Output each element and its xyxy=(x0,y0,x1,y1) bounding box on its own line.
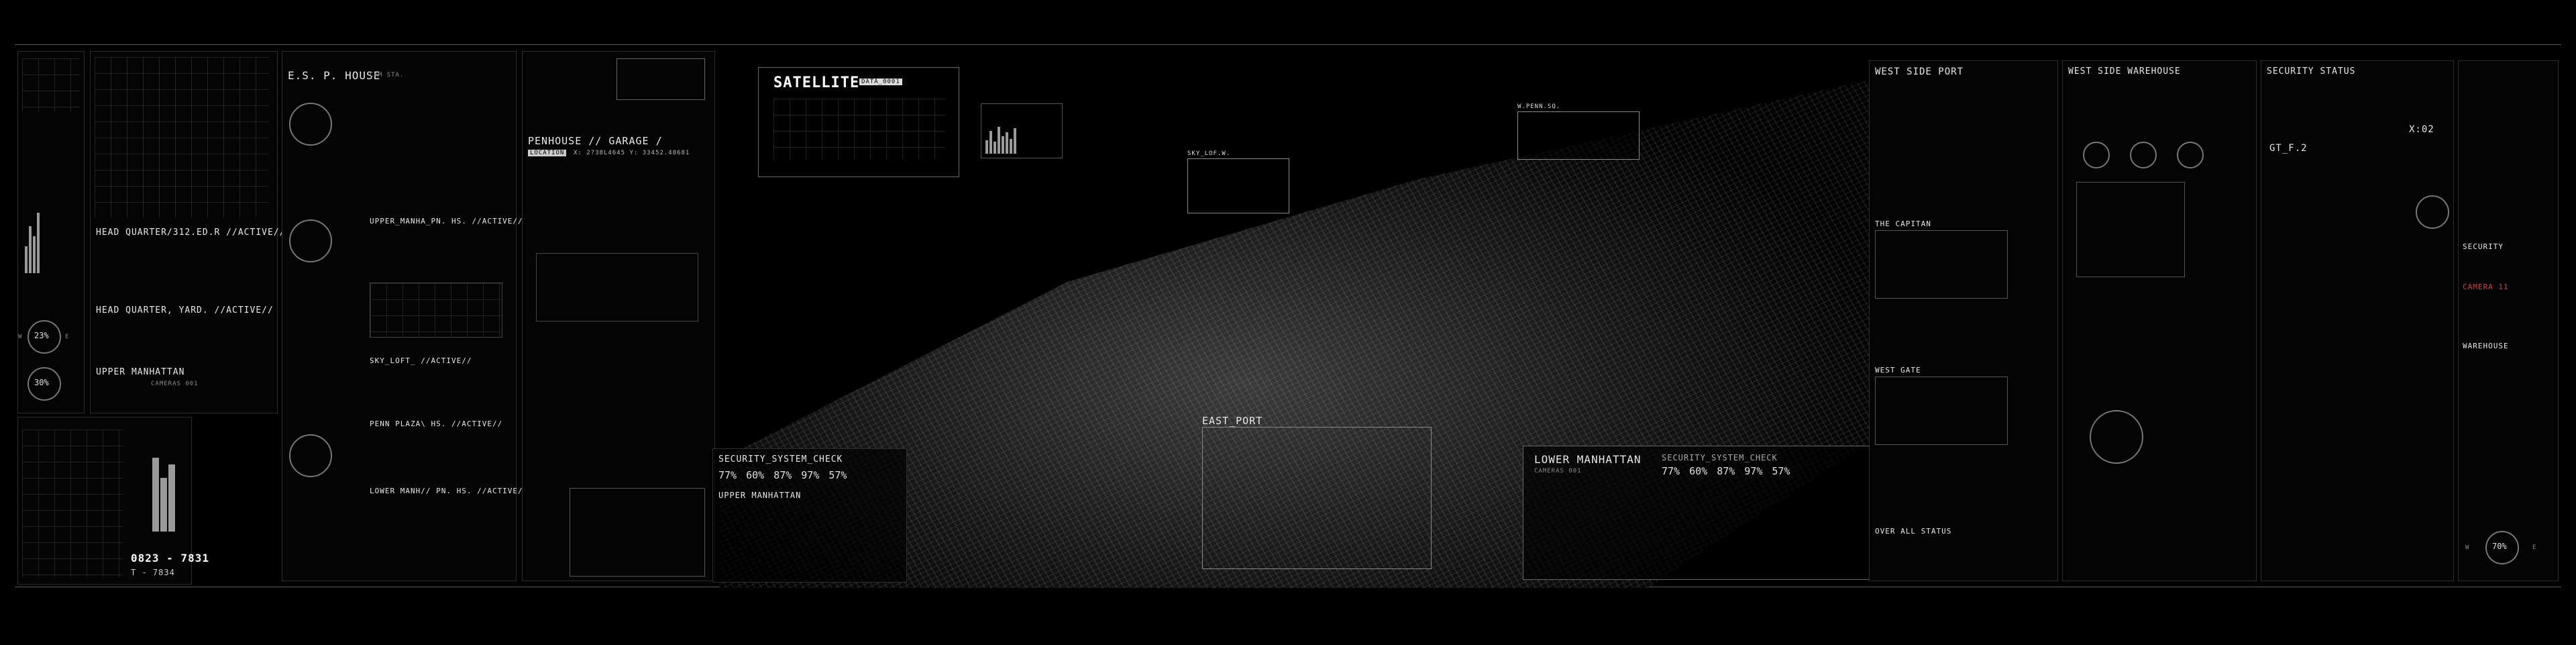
capitan-title: THE CAPITAN xyxy=(1875,219,1931,228)
security-dial xyxy=(2416,195,2449,229)
penhouse-feed xyxy=(616,58,705,100)
satellite-tag: DATA_0001 xyxy=(859,79,902,85)
radar-1 xyxy=(289,103,332,146)
security-status-title: SECURITY STATUS xyxy=(2267,66,2356,77)
upper-manha-feed xyxy=(370,283,502,338)
security-check-values: 77% 60% 87% 97% 57% xyxy=(718,469,847,481)
far-right-warehouse: WAREHOUSE xyxy=(2463,342,2509,350)
lm-check-value: 60% xyxy=(1689,465,1708,477)
security-status-panel: SECURITY STATUS X:02 GT_F.2 xyxy=(2261,60,2454,581)
esp-house-title: E.S. P. HOUSE xyxy=(288,69,381,82)
histogram-bars xyxy=(985,127,1018,154)
penhouse-location-tag: LOCATION xyxy=(528,150,567,156)
penhouse-panel: PENHOUSE // GARAGE / LOCATION X: 2?38L46… xyxy=(522,51,715,581)
bottom-left-grid xyxy=(22,430,123,577)
check-value: 97% xyxy=(801,469,820,481)
esp-cam-label: CAM STA. xyxy=(370,72,405,79)
map-label-sky-lof[interactable]: SKY_LOF.W. xyxy=(1187,150,1230,157)
west-side-warehouse-panel: WEST SIDE WAREHOUSE xyxy=(2062,60,2257,581)
hq-yard-title: HEAD QUARTER, YARD. //ACTIVE// xyxy=(96,305,274,315)
radar-3 xyxy=(289,434,332,477)
compass-w: W xyxy=(18,334,23,340)
lower-manhattan-panel: LOWER MANHATTAN CAMERAS 001 SECURITY_SYS… xyxy=(1523,446,1878,580)
t-readout: T - 7834 xyxy=(131,568,175,577)
security-x02: X:02 xyxy=(2409,124,2434,135)
overall-status-title: OVER ALL STATUS xyxy=(1875,527,1952,536)
gauge-1-value: 23% xyxy=(34,331,49,340)
lm-check-value: 57% xyxy=(1772,465,1790,477)
left-instruments: 23% 30% W E xyxy=(17,51,85,413)
satellite-grid xyxy=(773,99,945,159)
west-gate-title: WEST GATE xyxy=(1875,366,1921,375)
targeting-view xyxy=(536,253,698,321)
check-value: 57% xyxy=(828,469,847,481)
east-port-feed xyxy=(1202,427,1432,569)
far-right-compass-w: W xyxy=(2465,544,2470,551)
lm-check-value: 77% xyxy=(1662,465,1680,477)
warehouse-feed-1 xyxy=(2076,182,2185,277)
west-side-warehouse-title: WEST SIDE WAREHOUSE xyxy=(2068,66,2181,77)
security-check-title: SECURITY_SYSTEM_CHECK xyxy=(718,454,843,464)
histogram-box xyxy=(981,103,1063,158)
top-rule xyxy=(15,44,2561,45)
penhouse-title: PENHOUSE // GARAGE / xyxy=(528,135,663,147)
lm-check-title: SECURITY_SYSTEM_CHECK xyxy=(1662,453,1778,462)
mini-grid xyxy=(22,58,80,112)
upper-manhattan-cameras: CAMERAS 001 xyxy=(151,381,199,387)
west-side-port-panel: WEST SIDE PORT THE CAPITAN WEST GATE OVE… xyxy=(1869,60,2058,581)
far-right-compass-e: E xyxy=(2532,544,2537,551)
gauge-2-value: 30% xyxy=(34,378,49,387)
lm-check-value: 87% xyxy=(1717,465,1735,477)
satellite-panel: SATELLITE DATA_0001 xyxy=(758,67,959,177)
lm-check-value: 97% xyxy=(1744,465,1763,477)
upper-manhattan-title: UPPER MANHATTAN xyxy=(96,367,185,377)
loc-lower-manh[interactable]: LOWER MANH// PN. HS. //ACTIVE// xyxy=(370,487,528,495)
west-gate-feed xyxy=(1875,377,2008,445)
level-bars xyxy=(25,213,41,280)
loc-penn-plaza[interactable]: PENN PLAZA\ HS. //ACTIVE// xyxy=(370,419,502,428)
compass-e: E xyxy=(65,334,70,340)
esp-house-panel: E.S. P. HOUSE CAM STA. UPPER_MANHA_PN. H… xyxy=(282,51,527,581)
check-value: 87% xyxy=(773,469,792,481)
sky-lof-feed xyxy=(1187,158,1289,213)
check-value: 77% xyxy=(718,469,737,481)
hq-main-title: HEAD QUARTER/312.ED.R //ACTIVE// xyxy=(96,228,286,238)
security-upper-manhattan: UPPER MANHATTAN xyxy=(718,491,802,500)
lower-manhattan-cameras: CAMERAS 001 xyxy=(1534,468,1582,475)
security-gt: GT_F.2 xyxy=(2269,143,2308,154)
west-side-port-title: WEST SIDE PORT xyxy=(1875,66,1964,77)
map-label-w-penn[interactable]: W.PENN.SQ. xyxy=(1517,103,1560,110)
penhouse-camera-feed xyxy=(570,488,705,577)
penhouse-coords: X: 2?38L4645 Y: 33452.48681 xyxy=(574,150,690,156)
dashboard-frame: 23% 30% W E 0823 - 7831 T - 7834 HEAD QU… xyxy=(15,44,2561,588)
warehouse-dial-2 xyxy=(2130,142,2157,168)
loc-upper-manha[interactable]: UPPER_MANHA_PN. HS. //ACTIVE// xyxy=(370,217,523,226)
check-value: 60% xyxy=(746,469,765,481)
satellite-title: SATELLITE xyxy=(773,75,860,91)
map-label-east-port[interactable]: EAST_PORT xyxy=(1202,415,1263,427)
warehouse-dial-3 xyxy=(2177,142,2204,168)
lm-check-values: 77% 60% 87% 97% 57% xyxy=(1662,465,1790,477)
far-right-security: SECURITY xyxy=(2463,242,2504,251)
bottom-left-bars xyxy=(152,458,176,538)
bottom-left-panel: 0823 - 7831 T - 7834 xyxy=(17,417,209,585)
radar-2 xyxy=(289,219,332,262)
hq-panel: HEAD QUARTER/312.ED.R //ACTIVE// HEAD QU… xyxy=(90,51,284,413)
code-readout: 0823 - 7831 xyxy=(131,552,209,564)
far-right-camera: CAMERA 11 xyxy=(2463,283,2509,291)
warehouse-radar xyxy=(2090,410,2143,464)
w-penn-feed xyxy=(1517,111,1640,160)
capitan-feed xyxy=(1875,230,2008,299)
lower-manhattan-title: LOWER MANHATTAN xyxy=(1534,453,1642,466)
far-right-gauge-value: 70% xyxy=(2492,542,2507,551)
loc-sky-loft[interactable]: SKY_LOFT_ //ACTIVE// xyxy=(370,356,472,365)
far-right-panel: SECURITY CAMERA 11 WAREHOUSE 70% W E xyxy=(2458,60,2559,581)
security-check-panel: SECURITY_SYSTEM_CHECK 77% 60% 87% 97% 57… xyxy=(712,448,907,583)
hq-grid xyxy=(95,57,269,218)
warehouse-dial-1 xyxy=(2083,142,2110,168)
